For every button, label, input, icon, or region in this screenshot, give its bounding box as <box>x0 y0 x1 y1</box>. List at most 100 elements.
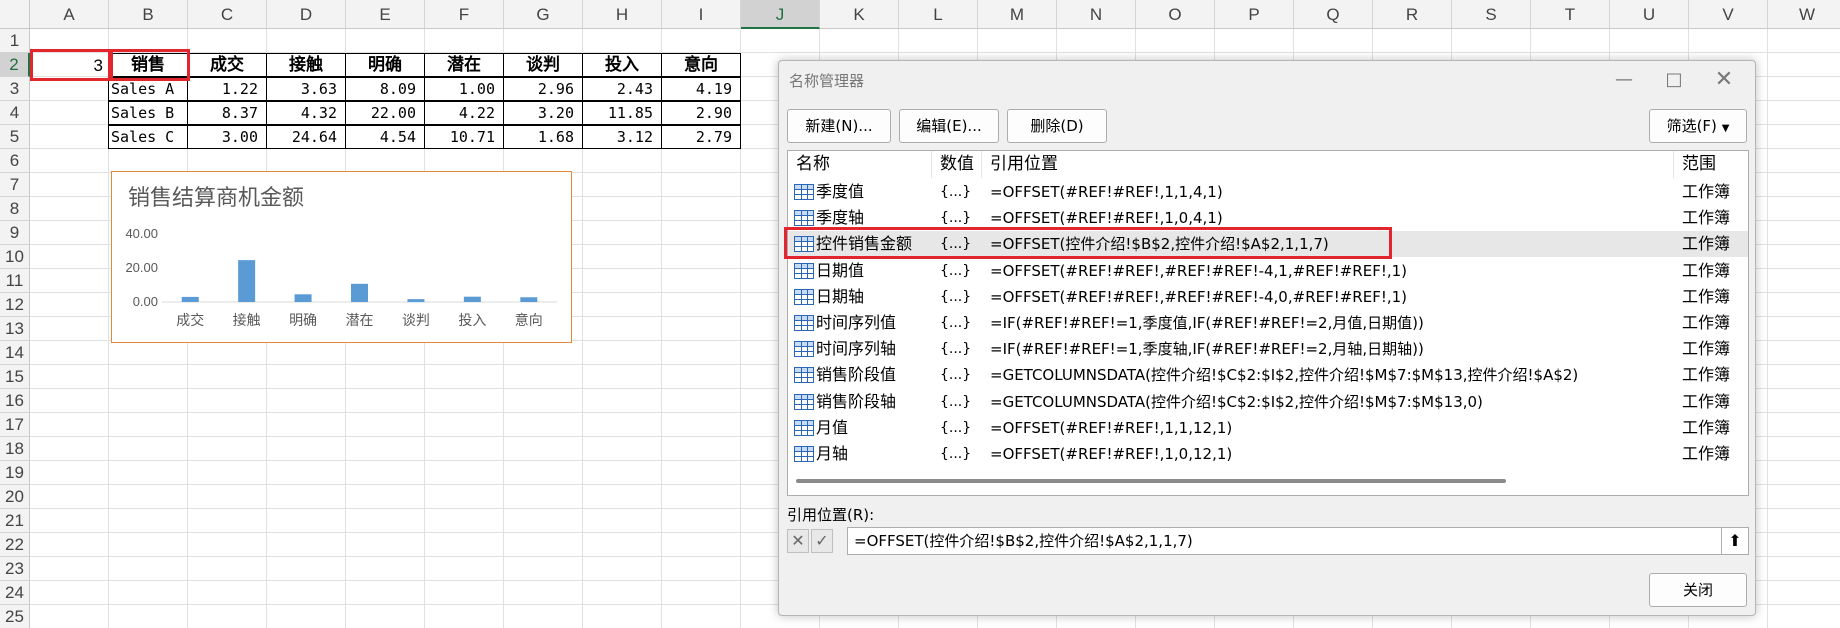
bar-chart[interactable]: 销售结算商机金额 40.00 20.00 0.00 成交 接触 明确 潜在 谈判 投入 意向 <box>111 171 572 343</box>
column-header-name[interactable]: 名称 <box>788 151 932 178</box>
column-header[interactable]: I <box>662 0 741 29</box>
column-header[interactable]: Q <box>1294 0 1373 29</box>
value-cell[interactable]: 11.85 <box>582 101 662 125</box>
column-header[interactable]: C <box>188 0 267 29</box>
column-header[interactable]: E <box>346 0 425 29</box>
value-cell[interactable]: 4.32 <box>266 101 346 125</box>
table-header-cell[interactable]: 投入 <box>582 53 662 77</box>
row-header[interactable]: 7 <box>0 173 30 197</box>
row-header[interactable]: 16 <box>0 389 30 413</box>
value-cell[interactable]: 2.96 <box>503 77 583 101</box>
cross-icon[interactable]: ✕ <box>787 529 809 553</box>
row-header[interactable]: 9 <box>0 221 30 245</box>
minimize-icon[interactable]: — <box>1599 65 1649 95</box>
row-header[interactable]: 19 <box>0 461 30 485</box>
bar-1[interactable] <box>238 260 256 302</box>
table-header-cell[interactable]: 接触 <box>266 53 346 77</box>
new-button[interactable]: 新建(N)... <box>787 109 891 143</box>
value-cell[interactable]: 2.79 <box>661 125 741 149</box>
value-cell[interactable]: 22.00 <box>345 101 425 125</box>
row-label-cell[interactable]: Sales C <box>108 125 188 149</box>
value-cell[interactable]: 3.63 <box>266 77 346 101</box>
value-cell[interactable]: 4.19 <box>661 77 741 101</box>
column-header[interactable]: M <box>978 0 1057 29</box>
value-cell[interactable]: 1.22 <box>187 77 267 101</box>
row-label-cell[interactable]: Sales B <box>108 101 188 125</box>
row-header[interactable]: 2 <box>0 53 30 77</box>
row-header[interactable]: 21 <box>0 509 30 533</box>
bar-2[interactable] <box>294 294 312 302</box>
row-header[interactable]: 13 <box>0 317 30 341</box>
delete-button[interactable]: 删除(D) <box>1007 109 1107 143</box>
row-header[interactable]: 22 <box>0 533 30 557</box>
bar-5[interactable] <box>463 296 481 302</box>
column-header-value[interactable]: 数值 <box>932 151 982 178</box>
bar-4[interactable] <box>407 299 425 302</box>
name-list-item[interactable]: 日期值 {...} =OFFSET(#REF!#REF!,#REF!#REF!-4,… <box>788 258 1748 284</box>
column-header-scope[interactable]: 范围 <box>1674 151 1748 178</box>
column-header[interactable]: G <box>504 0 583 29</box>
select-all-corner[interactable] <box>0 0 30 29</box>
name-list-item[interactable]: 月轴 {...} =OFFSET(#REF!#REF!,1,0,12,1) 工作簿 <box>788 441 1748 467</box>
table-header-cell[interactable]: 谈判 <box>503 53 583 77</box>
column-header[interactable]: P <box>1215 0 1294 29</box>
name-list-item[interactable]: 日期轴 {...} =OFFSET(#REF!#REF!,#REF!#REF!-4,… <box>788 284 1748 310</box>
check-icon[interactable]: ✓ <box>811 529 833 553</box>
table-header-cell[interactable]: 明确 <box>345 53 425 77</box>
column-header[interactable]: H <box>583 0 662 29</box>
row-header[interactable]: 14 <box>0 341 30 365</box>
value-cell[interactable]: 10.71 <box>424 125 504 149</box>
table-header-cell[interactable]: 意向 <box>661 53 741 77</box>
column-header[interactable]: W <box>1768 0 1840 29</box>
bar-3[interactable] <box>351 283 368 302</box>
row-header[interactable]: 17 <box>0 413 30 437</box>
row-header[interactable]: 3 <box>0 77 30 101</box>
row-header[interactable]: 6 <box>0 149 30 173</box>
column-header[interactable]: A <box>30 0 109 29</box>
maximize-icon[interactable]: □ <box>1649 65 1699 95</box>
name-list-item[interactable]: 销售阶段值 {...} =GETCOLUMNSDATA(控件介绍!$C$2:$I$2… <box>788 362 1748 388</box>
name-list-item[interactable]: 时间序列值 {...} =IF(#REF!#REF!=1,季度值,IF(#REF!#… <box>788 310 1748 336</box>
row-header[interactable]: 4 <box>0 101 30 125</box>
value-cell[interactable]: 1.00 <box>424 77 504 101</box>
table-header-cell[interactable]: 潜在 <box>424 53 504 77</box>
name-list-item[interactable]: 月值 {...} =OFFSET(#REF!#REF!,1,1,12,1) 工作簿 <box>788 415 1748 441</box>
edit-button[interactable]: 编辑(E)... <box>899 109 999 143</box>
bar-0[interactable] <box>181 296 199 302</box>
column-header[interactable]: R <box>1373 0 1452 29</box>
value-cell[interactable]: 1.68 <box>503 125 583 149</box>
name-list-item[interactable]: 季度值 {...} =OFFSET(#REF!#REF!,1,1,4,1) 工作簿 <box>788 179 1748 205</box>
names-list[interactable]: 名称 数值 引用位置 范围 季度值 {...} =OFFSET(#REF!#REF!… <box>787 150 1749 496</box>
column-header[interactable]: F <box>425 0 504 29</box>
row-header[interactable]: 5 <box>0 125 30 149</box>
refers-to-input[interactable]: =OFFSET(控件介绍!$B$2,控件介绍!$A$2,1,1,7) <box>847 527 1725 555</box>
column-header[interactable]: U <box>1610 0 1689 29</box>
column-header[interactable]: S <box>1452 0 1531 29</box>
row-header[interactable]: 24 <box>0 581 30 605</box>
value-cell[interactable]: 2.90 <box>661 101 741 125</box>
row-header[interactable]: 23 <box>0 557 30 581</box>
column-header[interactable]: T <box>1531 0 1610 29</box>
horizontal-scrollbar[interactable] <box>796 479 1506 483</box>
column-header[interactable]: O <box>1136 0 1215 29</box>
column-header[interactable]: B <box>109 0 188 29</box>
upload-arrow-icon[interactable]: ⬆ <box>1721 527 1749 555</box>
close-button[interactable]: 关闭 <box>1649 573 1747 607</box>
row-header[interactable]: 11 <box>0 269 30 293</box>
row-header[interactable]: 8 <box>0 197 30 221</box>
value-cell[interactable]: 8.37 <box>187 101 267 125</box>
row-header[interactable]: 1 <box>0 29 30 53</box>
name-list-item[interactable]: 销售阶段轴 {...} =GETCOLUMNSDATA(控件介绍!$C$2:$I$2… <box>788 389 1748 415</box>
value-cell[interactable]: 3.12 <box>582 125 662 149</box>
column-header[interactable]: J <box>741 0 820 29</box>
column-header[interactable]: K <box>820 0 899 29</box>
row-header[interactable]: 18 <box>0 437 30 461</box>
row-header[interactable]: 12 <box>0 293 30 317</box>
row-header[interactable]: 20 <box>0 485 30 509</box>
value-cell[interactable]: 4.54 <box>345 125 425 149</box>
table-header-cell[interactable]: 成交 <box>187 53 267 77</box>
value-cell[interactable]: 3.00 <box>187 125 267 149</box>
value-cell[interactable]: 2.43 <box>582 77 662 101</box>
filter-button[interactable]: 筛选(F) ▼ <box>1649 109 1747 143</box>
value-cell[interactable]: 4.22 <box>424 101 504 125</box>
